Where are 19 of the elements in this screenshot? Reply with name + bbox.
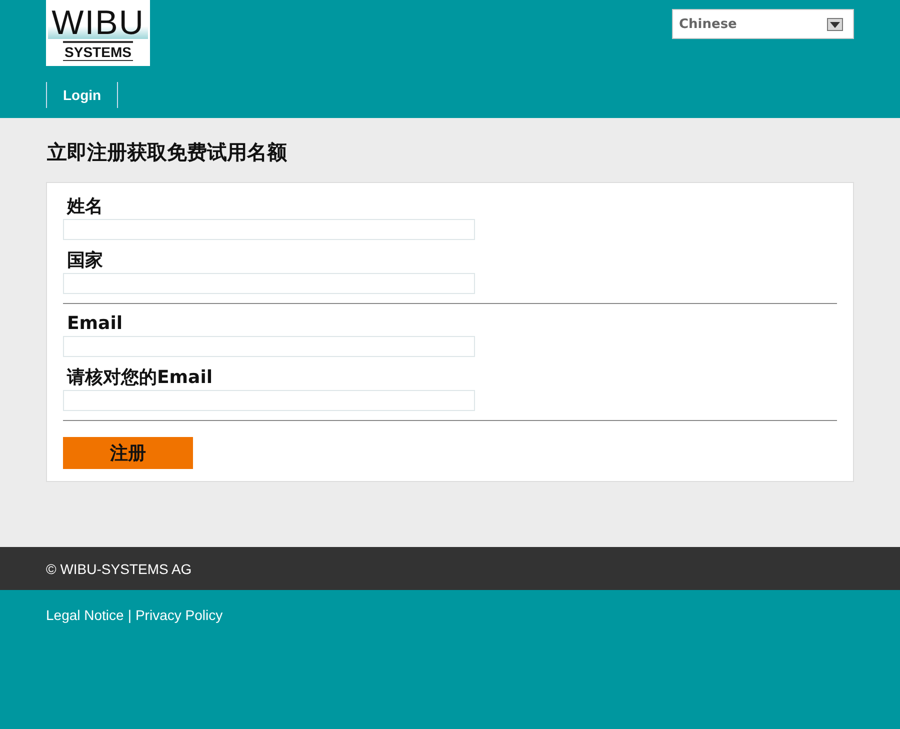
input-field[interactable]: [63, 336, 475, 357]
copyright-text: © WIBU-SYSTEMS AG: [46, 560, 192, 576]
logo-subtitle: SYSTEMS: [62, 41, 134, 61]
logo[interactable]: WIBU SYSTEMS: [46, 0, 150, 66]
dropdown-caret-icon: [827, 18, 843, 30]
field-label: 国家: [66, 249, 104, 273]
language-select[interactable]: Chinese: [672, 9, 854, 39]
field-label: 请核对您的Email: [66, 366, 214, 390]
input-field[interactable]: [63, 390, 475, 411]
nav-link[interactable]: Login: [46, 82, 118, 108]
register-button[interactable]: 注册: [63, 437, 193, 469]
footer-link[interactable]: Legal Notice: [46, 607, 124, 623]
input-field[interactable]: [63, 219, 475, 240]
footer-link[interactable]: Privacy Policy: [135, 607, 223, 623]
link-separator: |: [128, 607, 132, 623]
input-field[interactable]: [63, 273, 475, 294]
field-label: 姓名: [66, 195, 104, 219]
page-heading: 立即注册获取免费试用名额: [47, 139, 288, 166]
field-label: Email: [66, 312, 124, 336]
